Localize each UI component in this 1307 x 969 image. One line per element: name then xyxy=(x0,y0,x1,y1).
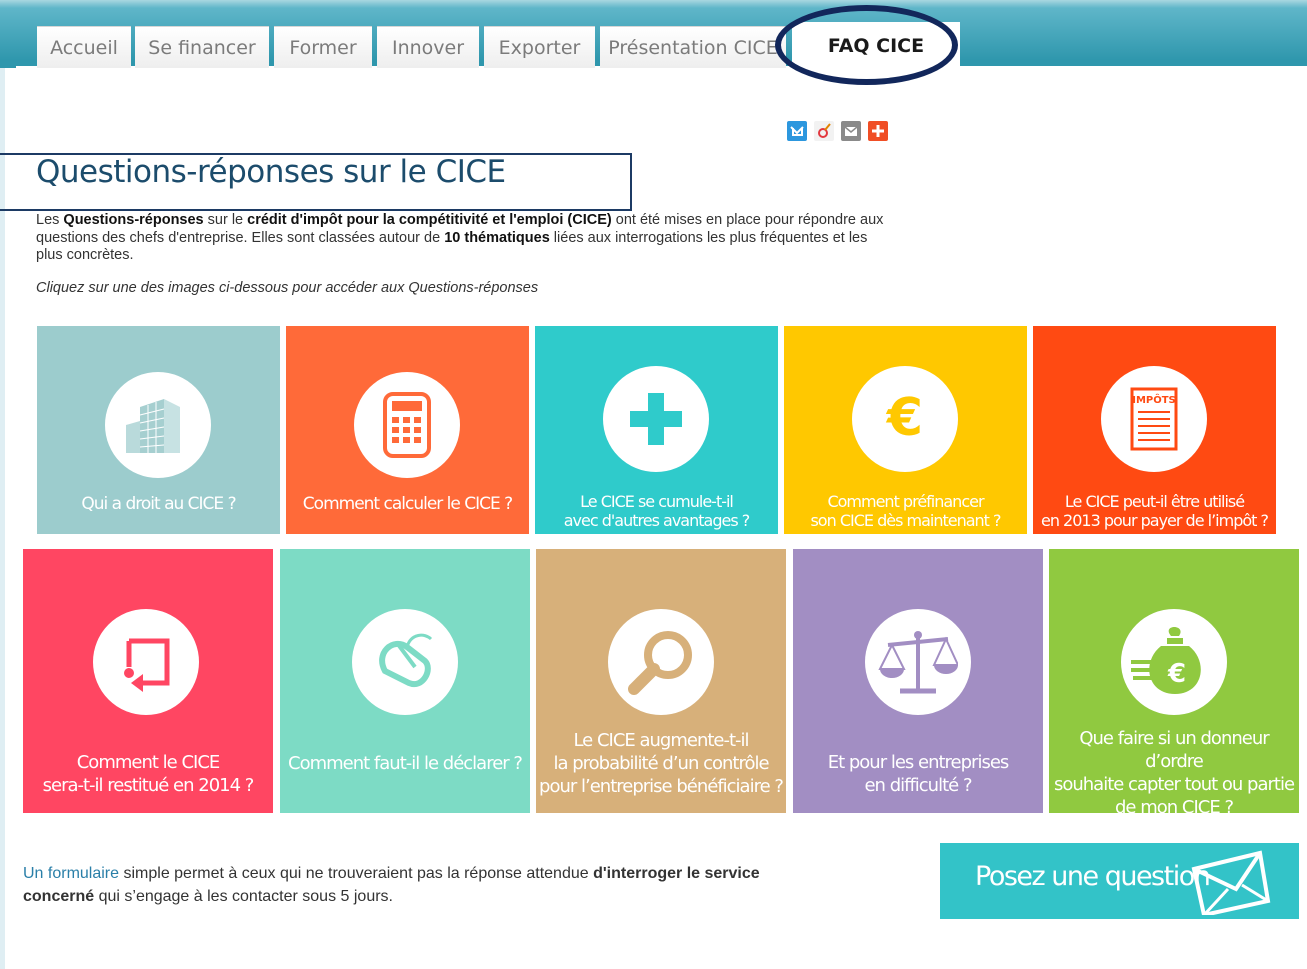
footer-text: Un formulaire simple permet à ceux qui n… xyxy=(23,865,760,905)
twitter-icon[interactable] xyxy=(787,121,807,141)
return-arrow-icon xyxy=(93,609,199,715)
page-left-edge xyxy=(0,0,5,969)
tile-label: Que faire si un donneur d’ordre souhaite… xyxy=(1053,728,1295,813)
tile-label: Et pour les entreprises en difficulté ? xyxy=(827,752,1010,796)
tile-label: Comment calculer le CICE ? xyxy=(302,494,513,514)
envelope-icon xyxy=(1191,850,1271,915)
euro-icon: € xyxy=(852,366,958,472)
tile-label: Comment le CICE sera-t-il restitué en 20… xyxy=(42,752,255,796)
tile-impot-2013[interactable]: IMPÔTS Le CICE peut-il être utilisé en 2… xyxy=(1033,326,1276,534)
money-bag-icon: € xyxy=(1121,609,1227,715)
tile-comment-calculer[interactable]: Comment calculer le CICE ? xyxy=(286,326,529,534)
tab-exporter[interactable]: Exporter xyxy=(484,26,595,68)
email-icon[interactable] xyxy=(841,121,861,141)
addthis-icon[interactable] xyxy=(868,121,888,141)
svg-text:€: € xyxy=(886,389,923,448)
tile-label: Comment faut-il le déclarer ? xyxy=(288,753,523,774)
tile-difficulte[interactable]: Et pour les entreprises en difficulté ? xyxy=(793,549,1043,813)
tile-cumul[interactable]: Le CICE se cumule-t-il avec d'autres ava… xyxy=(535,326,778,534)
tile-label: Le CICE se cumule-t-il avec d'autres ava… xyxy=(563,492,750,530)
page-title: Questions-réponses sur le CICE xyxy=(36,154,506,190)
svg-text:€: € xyxy=(1167,659,1186,689)
tile-label: Comment préfinancer son CICE dès mainten… xyxy=(810,492,1001,530)
viadeo-icon[interactable] xyxy=(814,121,834,141)
tab-accueil[interactable]: Accueil xyxy=(37,26,131,68)
scales-icon xyxy=(865,609,971,715)
tile-declarer[interactable]: Comment faut-il le déclarer ? xyxy=(280,549,530,813)
tab-presentation-cice[interactable]: Présentation CICE xyxy=(600,26,786,68)
tax-form-icon: IMPÔTS xyxy=(1101,366,1207,472)
building-icon xyxy=(105,372,211,478)
intro-text: Les Questions-réponses sur le crédit d'i… xyxy=(36,212,884,263)
tile-label: Le CICE augmente-t-il la probabilité d’u… xyxy=(539,730,784,797)
tile-donneur-ordre[interactable]: € Que faire si un donneur d’ordre souhai… xyxy=(1049,549,1299,813)
calculator-icon xyxy=(354,372,460,478)
mouse-icon xyxy=(352,609,458,715)
tile-prefinancer[interactable]: € Comment préfinancer son CICE dès maint… xyxy=(784,326,1027,534)
plus-icon xyxy=(603,366,709,472)
tile-label: Le CICE peut-il être utilisé en 2013 pou… xyxy=(1040,492,1269,530)
ask-question-button[interactable]: Posez une question xyxy=(940,843,1299,919)
highlight-oval xyxy=(775,5,958,85)
tab-innover[interactable]: Innover xyxy=(377,26,479,68)
tab-former[interactable]: Former xyxy=(274,26,372,68)
form-link[interactable]: Un formulaire xyxy=(23,865,119,882)
tile-label: Qui a droit au CICE ? xyxy=(81,494,236,514)
tile-restitution-2014[interactable]: Comment le CICE sera-t-il restitué en 20… xyxy=(23,549,273,813)
instruction-text: Cliquez sur une des images ci-dessous po… xyxy=(36,280,539,296)
tile-qui-a-droit[interactable]: Qui a droit au CICE ? xyxy=(37,326,280,534)
tile-controle[interactable]: Le CICE augmente-t-il la probabilité d’u… xyxy=(536,549,786,813)
ask-question-label: Posez une question xyxy=(975,861,1211,892)
magnifier-icon xyxy=(608,609,714,715)
svg-text:IMPÔTS: IMPÔTS xyxy=(1132,393,1176,406)
tab-se-financer[interactable]: Se financer xyxy=(135,26,269,68)
